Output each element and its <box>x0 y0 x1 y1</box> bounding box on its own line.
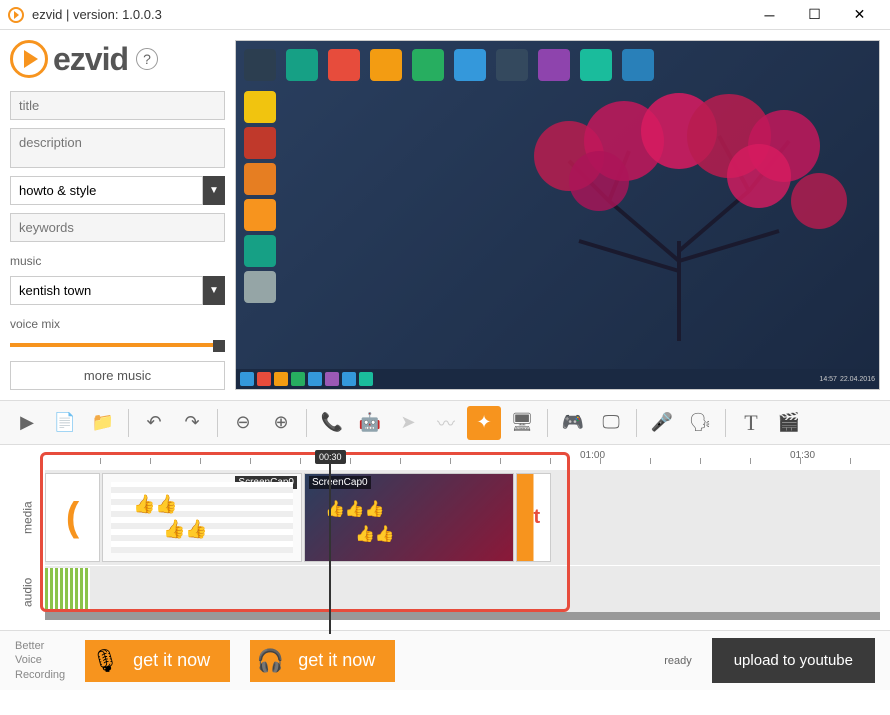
playhead[interactable]: 00:30 <box>315 450 346 634</box>
get-microphone-button[interactable]: 🎙 get it now <box>85 640 230 682</box>
dropdown-icon[interactable]: ▼ <box>203 176 225 205</box>
better-voice-label: Better Voice Recording <box>15 639 65 682</box>
audio-clip[interactable] <box>45 568 90 610</box>
cursor-icon[interactable]: ➤ <box>391 406 425 440</box>
music-value: kentish town <box>10 276 203 305</box>
voice-icon[interactable]: 🗣 <box>683 406 717 440</box>
toolbar: ▶ 📄 📁 ↶ ↷ ⊖ ⊕ 📞 🤖 ➤ 〰 ✦ 🖥 🎮 🖵 🎤 🗣 T 🎬 <box>0 400 890 445</box>
redo-button[interactable]: ↷ <box>175 406 209 440</box>
open-folder-button[interactable]: 📁 <box>86 406 120 440</box>
more-music-button[interactable]: more music <box>10 361 225 390</box>
logo-text: ezvid <box>53 41 128 78</box>
audio-track-label: audio <box>10 565 45 620</box>
robot-icon[interactable]: 🤖 <box>353 406 387 440</box>
ruler-label: 01:30 <box>790 450 815 461</box>
timeline: 00:30 01:00 01:30 media audio ( <box>0 445 890 630</box>
media-track-label: media <box>10 470 45 565</box>
preview-taskbar: 14:57 22.04.2016 <box>236 369 879 389</box>
ruler-label: 01:00 <box>580 450 605 461</box>
headphones-icon: 🎧 <box>250 640 290 682</box>
minimize-button[interactable]: ─ <box>747 0 792 30</box>
media-track[interactable]: ( ScreenCap0 👍👍 👍👍 ScreenCap0 👍👍👍 👍👍 <box>45 470 880 565</box>
film-icon[interactable]: 🎬 <box>772 406 806 440</box>
video-preview: 14:57 22.04.2016 <box>235 40 880 390</box>
clip-screencap[interactable]: ScreenCap0 👍👍 👍👍 <box>102 473 302 562</box>
effects-button[interactable]: ✦ <box>467 406 501 440</box>
add-media-button[interactable]: 📄 <box>48 406 82 440</box>
microphone-icon: 🎙 <box>85 640 125 682</box>
playhead-time: 00:30 <box>315 450 346 464</box>
wave-icon[interactable]: 〰 <box>429 406 463 440</box>
timeline-ruler[interactable]: 00:30 01:00 01:30 <box>50 450 880 470</box>
keywords-input[interactable] <box>10 213 225 242</box>
phone-icon[interactable]: 📞 <box>315 406 349 440</box>
description-input[interactable] <box>10 128 225 168</box>
help-icon[interactable]: ? <box>136 48 158 70</box>
window-titlebar: ezvid | version: 1.0.0.3 ─ ☐ ✕ <box>0 0 890 30</box>
category-value: howto & style <box>10 176 203 205</box>
status-ready: ready <box>664 655 692 667</box>
sidebar: ezvid ? howto & style ▼ music kentish to… <box>10 40 225 390</box>
microphone-icon[interactable]: 🎤 <box>645 406 679 440</box>
zoom-out-button[interactable]: ⊖ <box>226 406 260 440</box>
music-label: music <box>10 254 225 268</box>
voice-mix-slider[interactable] <box>10 343 225 347</box>
get-it-label: get it now <box>125 650 218 671</box>
clip-intro[interactable]: ( <box>45 473 100 562</box>
logo-play-icon <box>10 40 48 78</box>
close-button[interactable]: ✕ <box>837 0 882 30</box>
window-title: ezvid | version: 1.0.0.3 <box>32 7 162 22</box>
audio-bar <box>45 612 880 620</box>
bottom-bar: Better Voice Recording 🎙 get it now 🎧 ge… <box>0 630 890 690</box>
title-input[interactable] <box>10 91 225 120</box>
upload-youtube-button[interactable]: upload to youtube <box>712 638 875 683</box>
audio-track[interactable] <box>45 565 880 620</box>
maximize-button[interactable]: ☐ <box>792 0 837 30</box>
play-button[interactable]: ▶ <box>10 406 44 440</box>
screen-icon[interactable]: 🖵 <box>594 406 628 440</box>
get-headphones-button[interactable]: 🎧 get it now <box>250 640 395 682</box>
undo-button[interactable]: ↶ <box>137 406 171 440</box>
voice-mix-label: voice mix <box>10 317 225 331</box>
category-select[interactable]: howto & style ▼ <box>10 176 225 205</box>
app-icon <box>8 7 24 23</box>
slider-handle[interactable] <box>213 340 225 352</box>
dropdown-icon[interactable]: ▼ <box>203 276 225 305</box>
monitor-icon[interactable]: 🖥 <box>505 406 539 440</box>
get-it-label: get it now <box>290 650 383 671</box>
text-button[interactable]: T <box>734 406 768 440</box>
clip-outro[interactable]: tt <box>516 473 551 562</box>
zoom-in-button[interactable]: ⊕ <box>264 406 298 440</box>
music-select[interactable]: kentish town ▼ <box>10 276 225 305</box>
gamepad-icon[interactable]: 🎮 <box>556 406 590 440</box>
